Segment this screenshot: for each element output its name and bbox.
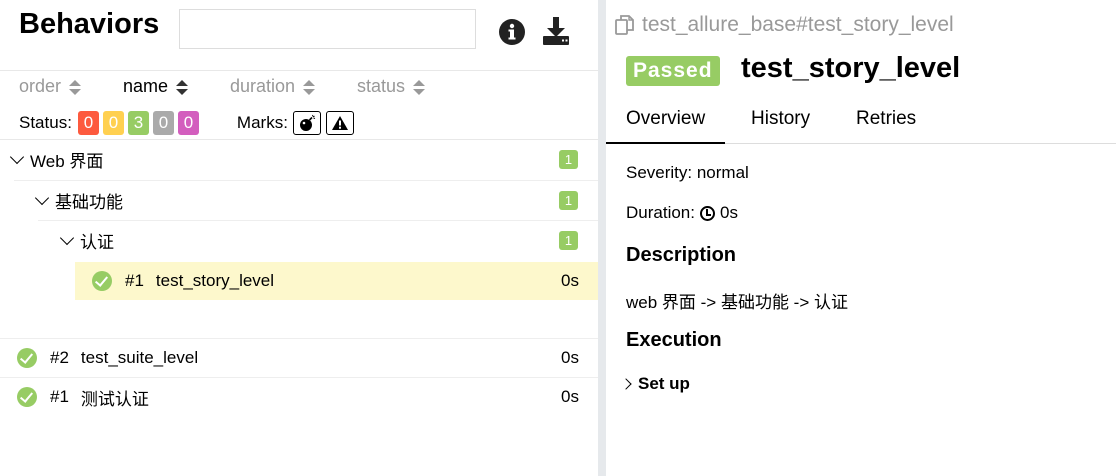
test-number: #2 <box>50 348 69 367</box>
tree-group-auth[interactable]: 认证 1 <box>59 220 598 260</box>
test-duration: 0s <box>561 387 579 406</box>
sort-name[interactable]: name <box>123 76 189 97</box>
broken-count-toggle[interactable]: 0 <box>102 111 124 135</box>
test-name: test_story_level <box>155 271 275 290</box>
test-number: #1 <box>125 271 144 290</box>
sort-duration[interactable]: duration <box>230 76 316 97</box>
sort-status[interactable]: status <box>357 76 426 97</box>
duration-row: Duration: 0s <box>626 203 738 223</box>
test-row[interactable]: #1 测试认证 0s <box>0 378 598 416</box>
tab-overview[interactable]: Overview <box>606 102 726 144</box>
test-number: #1 <box>50 387 69 406</box>
filter-bar: Status: 0 0 3 0 0 Marks: <box>19 110 354 136</box>
info-icon[interactable] <box>498 18 528 48</box>
passed-check-icon <box>17 348 37 368</box>
download-icon[interactable] <box>541 16 571 46</box>
warning-icon <box>331 116 348 130</box>
sort-arrows-icon <box>303 78 316 96</box>
sort-arrows-icon <box>176 78 189 96</box>
sort-label: name <box>123 76 169 96</box>
passed-check-icon <box>17 387 37 407</box>
setup-label: Set up <box>638 374 690 393</box>
severity-text: Severity: normal <box>626 163 749 182</box>
execution-heading: Execution <box>626 329 722 351</box>
tab-retries[interactable]: Retries <box>836 102 936 144</box>
behaviors-pane: Behaviors order name duration status Sta… <box>0 0 598 476</box>
chevron-down-icon <box>34 190 50 205</box>
test-duration: 0s <box>561 271 579 290</box>
duration-value: 0s <box>719 203 738 222</box>
sort-arrows-icon <box>413 78 426 96</box>
breadcrumb-text: test_allure_base#test_story_level <box>642 13 954 36</box>
chevron-down-icon <box>9 149 25 164</box>
new-failed-mark-toggle[interactable] <box>325 111 354 135</box>
description-text: web 界面 -> 基础功能 -> 认证 <box>626 293 848 312</box>
copy-icon <box>615 15 634 35</box>
passed-count-toggle[interactable]: 3 <box>127 111 149 135</box>
passed-count-badge: 1 <box>559 150 578 169</box>
allure-report: Behaviors order name duration status Sta… <box>0 0 1116 476</box>
tab-history[interactable]: History <box>731 102 830 144</box>
search-input[interactable] <box>179 9 476 49</box>
skipped-count-toggle[interactable]: 0 <box>152 111 174 135</box>
chevron-down-icon <box>59 230 75 245</box>
duration-label: Duration: <box>626 203 695 222</box>
passed-count-badge: 1 <box>559 191 578 210</box>
group-label: 认证 <box>80 232 114 252</box>
sort-bar: order name duration status <box>0 76 598 98</box>
tree-group-web[interactable]: Web 界面 1 <box>9 139 598 179</box>
passed-check-icon <box>92 271 112 291</box>
test-title: test_story_level <box>741 52 961 84</box>
sort-label: duration <box>230 76 296 96</box>
failed-count-toggle[interactable]: 0 <box>77 111 99 135</box>
passed-count-badge: 1 <box>559 231 578 250</box>
description-heading: Description <box>626 244 737 266</box>
sort-label: order <box>19 76 62 96</box>
unknown-count-toggle[interactable]: 0 <box>177 111 199 135</box>
test-name: 测试认证 <box>80 389 149 409</box>
test-detail-pane: test_allure_base#test_story_level Passed… <box>606 0 1116 476</box>
test-duration: 0s <box>561 348 579 367</box>
test-row-selected[interactable]: #1 test_story_level 0s <box>75 262 598 300</box>
sort-arrows-icon <box>69 78 82 96</box>
detail-tabs: Overview History Retries <box>606 102 1116 144</box>
divider <box>0 70 598 71</box>
sort-label: status <box>357 76 406 96</box>
group-label: Web 界面 <box>30 151 104 171</box>
bomb-icon <box>299 114 316 131</box>
pane-title: Behaviors <box>19 8 160 40</box>
clock-icon <box>699 205 715 221</box>
test-name: test_suite_level <box>80 348 199 367</box>
sort-order[interactable]: order <box>19 76 82 97</box>
marks-label: Marks: <box>236 113 288 132</box>
status-filter-label: Status: <box>19 113 72 132</box>
test-row[interactable]: #2 test_suite_level 0s <box>0 339 598 377</box>
chevron-right-icon <box>620 378 632 390</box>
tree-group-basic[interactable]: 基础功能 1 <box>34 180 598 220</box>
breadcrumb[interactable]: test_allure_base#test_story_level <box>614 13 954 37</box>
status-badge: Passed <box>626 56 720 86</box>
setup-toggle[interactable]: Set up <box>620 374 690 394</box>
pane-splitter[interactable] <box>598 0 606 476</box>
group-label: 基础功能 <box>55 192 123 212</box>
flaky-mark-toggle[interactable] <box>292 111 321 135</box>
